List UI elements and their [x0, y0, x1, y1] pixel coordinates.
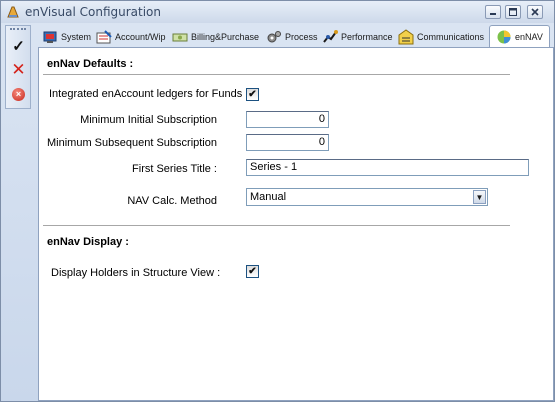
check-icon: ✓	[12, 37, 25, 55]
dropdown-button[interactable]: ▼	[473, 190, 486, 204]
performance-icon	[323, 30, 338, 43]
defaults-header: enNav Defaults :	[47, 58, 134, 70]
min-initial-input[interactable]: 0	[246, 111, 329, 128]
cancel-button[interactable]: ×	[9, 85, 28, 104]
gears-icon	[267, 31, 281, 43]
close-icon	[531, 8, 539, 16]
series-title-label: First Series Title :	[132, 163, 217, 175]
min-subsequent-label: Minimum Subsequent Subscription	[47, 137, 217, 149]
left-toolbar: ✓ ✕ ×	[5, 25, 31, 109]
tab-communications[interactable]: Communications	[396, 27, 484, 47]
nav-calc-select[interactable]: Manual ▼	[246, 188, 488, 206]
tab-label: System	[61, 32, 92, 42]
tab-label: enNAV	[515, 31, 543, 42]
min-subsequent-input[interactable]: 0	[246, 134, 329, 151]
tab-performance[interactable]: Performance	[320, 27, 393, 47]
nav-calc-value: Manual	[250, 191, 287, 203]
integrated-checkbox[interactable]: ✔	[246, 88, 259, 101]
holders-checkbox[interactable]: ✔	[246, 265, 259, 278]
document-icon	[398, 29, 414, 45]
minimize-icon	[490, 13, 496, 15]
cancel-circle-icon: ×	[12, 88, 25, 101]
nav-calc-label: NAV Calc. Method	[127, 195, 217, 207]
display-header: enNav Display :	[47, 236, 129, 248]
maximize-icon	[509, 8, 517, 16]
close-button[interactable]	[527, 5, 543, 19]
ennav-panel: enNav Defaults : Integrated enAccount le…	[38, 47, 554, 401]
tab-billing-purchase[interactable]: Billing&Purchase	[170, 27, 259, 47]
money-icon	[172, 33, 188, 42]
config-window: enVisual Configuration ✓ ✕ × System Acco…	[0, 0, 555, 402]
account-icon	[96, 30, 112, 44]
title-bar[interactable]: enVisual Configuration	[1, 1, 554, 23]
tab-label: Performance	[341, 32, 393, 42]
integrated-label: Integrated enAccount ledgers for Funds :	[49, 88, 249, 100]
tab-label: Communications	[417, 32, 485, 42]
tab-system[interactable]: System	[40, 27, 91, 47]
tab-process[interactable]: Process	[264, 27, 318, 47]
section-divider	[43, 74, 510, 76]
maximize-button[interactable]	[505, 5, 521, 19]
tab-label: Billing&Purchase	[191, 32, 260, 42]
system-icon	[43, 31, 57, 43]
tab-label: Account/Wip	[115, 32, 166, 42]
minimize-button[interactable]	[485, 5, 501, 19]
tab-label: Process	[285, 32, 318, 42]
chevron-down-icon: ▼	[475, 192, 484, 202]
app-icon	[7, 6, 19, 18]
series-title-input[interactable]: Series - 1	[246, 159, 529, 176]
section-divider	[43, 225, 510, 227]
min-initial-label: Minimum Initial Subscription	[80, 114, 217, 126]
toolbar-grip[interactable]	[10, 28, 26, 31]
x-icon: ✕	[11, 59, 26, 79]
holders-label: Display Holders in Structure View :	[51, 267, 221, 279]
tab-strip: System Account/Wip Billing&Purchase Proc…	[38, 25, 554, 47]
save-button[interactable]: ✓	[9, 36, 28, 55]
delete-button[interactable]: ✕	[9, 60, 28, 79]
window-title: enVisual Configuration	[25, 5, 162, 19]
tab-account-wip[interactable]: Account/Wip	[94, 27, 166, 47]
pie-icon	[497, 30, 511, 43]
tab-ennav[interactable]: enNAV	[489, 25, 550, 47]
